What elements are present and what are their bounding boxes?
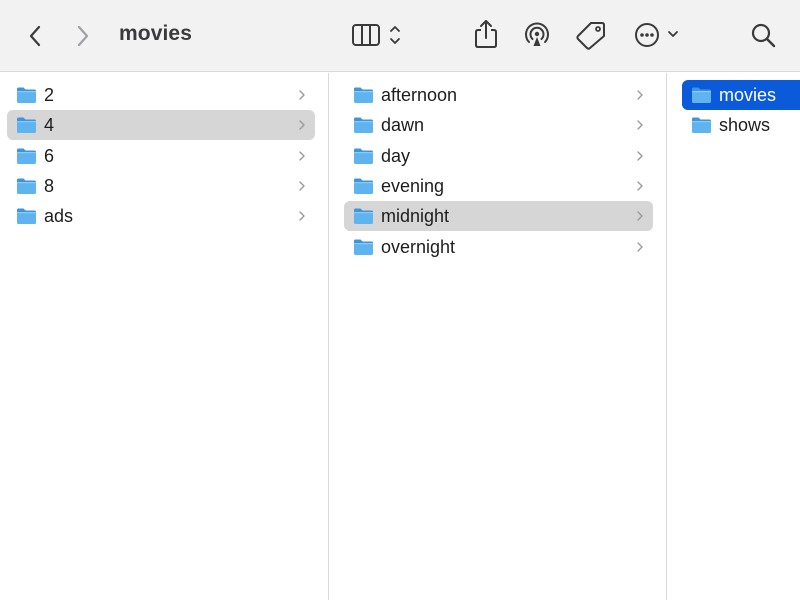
folder-icon — [17, 208, 36, 225]
folder-icon — [17, 117, 36, 134]
chevron-right-icon — [299, 181, 305, 191]
chevron-left-icon — [29, 25, 41, 47]
airdrop-icon — [525, 22, 549, 46]
folder-name: ads — [44, 206, 74, 227]
share-button[interactable] — [472, 18, 500, 50]
column-3: movies shows — [668, 73, 800, 600]
folder-row[interactable]: dawn — [344, 110, 653, 140]
folder-icon — [354, 239, 373, 255]
folder-name: dawn — [381, 115, 425, 136]
chevron-right-icon — [637, 181, 643, 191]
folder-icon — [692, 87, 711, 103]
folder-name: 6 — [44, 145, 55, 166]
folder-row[interactable]: 8 — [7, 171, 315, 201]
folder-name: afternoon — [381, 85, 458, 105]
folder-row[interactable]: shows — [682, 110, 800, 140]
folder-icon — [354, 148, 373, 164]
finder-toolbar: movies — [0, 0, 800, 72]
folder-icon — [354, 117, 373, 134]
forward-button[interactable] — [70, 22, 96, 50]
airdrop-button[interactable] — [522, 20, 552, 50]
search-icon — [751, 23, 776, 48]
folder-name: overnight — [381, 236, 456, 257]
folder-icon — [354, 87, 373, 103]
folder-name: evening — [381, 175, 445, 196]
chevron-right-icon — [637, 120, 643, 130]
folder-name: shows — [719, 115, 771, 136]
folder-row[interactable]: ads — [7, 201, 315, 231]
folder-row[interactable]: afternoon — [344, 80, 653, 110]
back-button[interactable] — [22, 22, 48, 50]
chevron-right-icon — [637, 90, 643, 100]
folder-name: movies — [719, 85, 777, 105]
chevron-right-icon — [299, 90, 305, 100]
column-view-icon — [352, 24, 400, 46]
folder-name: 2 — [44, 85, 55, 105]
folder-name: midnight — [381, 206, 450, 227]
chevron-right-icon — [299, 211, 305, 221]
folder-row[interactable]: 2 — [7, 80, 315, 110]
chevron-right-icon — [299, 120, 305, 130]
folder-row[interactable]: 4 — [7, 110, 315, 141]
folder-icon — [17, 148, 36, 164]
folder-icon — [692, 117, 711, 134]
column-2: afternoon dawn day evening midnight overnight — [330, 73, 667, 600]
folder-icon — [17, 87, 36, 103]
share-icon — [475, 20, 497, 48]
folder-icon — [17, 178, 36, 194]
more-actions-button[interactable] — [632, 20, 684, 50]
ellipsis-circle-icon — [635, 23, 678, 47]
search-button[interactable] — [748, 20, 778, 50]
chevron-right-icon — [299, 150, 305, 161]
folder-name: 4 — [44, 115, 55, 136]
folder-row[interactable]: overnight — [344, 232, 653, 262]
column-1: 2 4 6 8 ads — [0, 73, 329, 600]
column-browser: 2 4 6 8 ads afternoon dawn day evening midnight o… — [0, 73, 800, 600]
chevron-right-icon — [637, 211, 643, 221]
folder-row[interactable]: movies — [682, 80, 800, 110]
tag-icon — [576, 22, 605, 50]
folder-row[interactable]: midnight — [344, 201, 653, 232]
folder-row[interactable]: day — [344, 141, 653, 171]
folder-name: day — [381, 145, 411, 166]
chevron-right-icon — [637, 241, 643, 252]
folder-row[interactable]: 6 — [7, 141, 315, 171]
folder-icon — [354, 178, 373, 194]
folder-name: 8 — [44, 175, 55, 196]
chevron-right-icon — [77, 25, 89, 47]
chevron-right-icon — [637, 150, 643, 161]
tag-button[interactable] — [575, 20, 607, 50]
folder-icon — [354, 208, 373, 225]
view-options-button[interactable] — [348, 20, 406, 50]
window-title: movies — [119, 22, 192, 45]
folder-row[interactable]: evening — [344, 171, 653, 201]
